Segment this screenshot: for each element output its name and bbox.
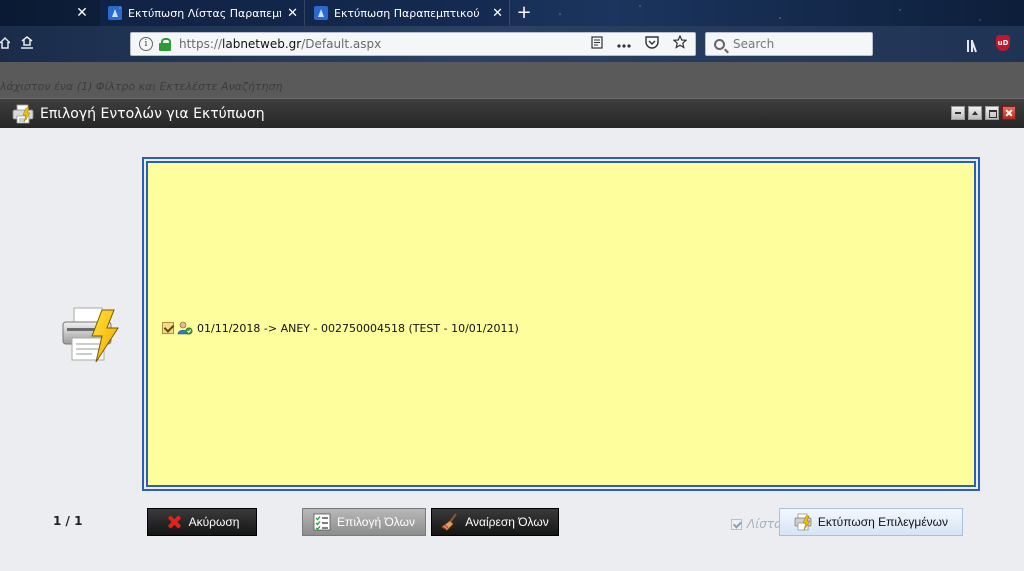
item-checkbox[interactable] <box>162 322 174 334</box>
list-checkbox-label: Λίστα <box>747 517 783 531</box>
url-host: labnetweb.gr <box>222 37 302 51</box>
printer-icon <box>794 513 812 531</box>
printer-lightning-icon <box>60 306 122 364</box>
download-icon[interactable] <box>20 36 34 54</box>
orders-list[interactable]: 01/11/2018 -> ΑΝΕΥ - 002750004518 (TEST … <box>146 161 976 487</box>
search-hint: λάχιστον ένα (1) Φίλτρο και Εκτελέστε Αν… <box>0 80 283 93</box>
search-input[interactable]: Search <box>705 32 873 56</box>
printer-icon <box>12 104 34 124</box>
browser-tab-bar: ✕ Εκτύπωση Λίστας Παραπεμπτ ✕ Εκτύπωση Π… <box>0 0 1024 26</box>
url-path: /Default.aspx <box>301 37 382 51</box>
dialog-title: Επιλογή Εντολών για Εκτύπωση <box>40 105 265 122</box>
ublock-icon[interactable]: uD <box>996 35 1010 51</box>
browser-tab[interactable]: Εκτύπωση Παραπεμπτικού ✕ <box>306 0 510 26</box>
print-selected-button[interactable]: Εκτύπωση Επιλεγμένων <box>779 508 963 536</box>
list-checkbox[interactable]: Λίστα <box>731 517 782 531</box>
select-all-button[interactable]: Επιλογή Όλων <box>302 508 426 536</box>
search-icon <box>714 38 725 50</box>
more-actions-icon[interactable] <box>617 37 631 52</box>
tab-title: Εκτύπωση Λίστας Παραπεμπτ <box>128 6 282 20</box>
reader-view-icon[interactable] <box>591 35 603 53</box>
star-icon[interactable] <box>672 34 688 53</box>
site-favicon-icon <box>314 6 328 20</box>
new-tab-button[interactable]: + <box>512 1 536 25</box>
orders-list-frame: 01/11/2018 -> ΑΝΕΥ - 002750004518 (TEST … <box>142 157 980 491</box>
info-icon[interactable]: i <box>139 37 153 51</box>
print-selected-button-label: Εκτύπωση Επιλεγμένων <box>817 515 949 529</box>
list-item-label: 01/11/2018 -> ΑΝΕΥ - 002750004518 (TEST … <box>197 321 519 335</box>
list-checkbox-box[interactable] <box>731 518 742 530</box>
library-icon[interactable] <box>966 36 982 53</box>
cancel-button[interactable]: Ακύρωση <box>147 508 257 536</box>
url-bar[interactable]: i https:// labnetweb.gr /Default.aspx <box>130 32 696 56</box>
broom-icon <box>441 513 459 531</box>
pocket-icon[interactable] <box>645 35 659 53</box>
search-placeholder: Search <box>733 37 775 51</box>
pin-window-button[interactable] <box>951 106 965 120</box>
collapse-window-button[interactable] <box>968 106 982 120</box>
close-icon[interactable]: ✕ <box>287 6 298 21</box>
browser-tab[interactable]: Εκτύπωση Λίστας Παραπεμπτ ✕ <box>100 0 305 26</box>
page-counter: 1 / 1 <box>53 514 83 528</box>
close-icon[interactable]: ✕ <box>492 6 503 21</box>
dialog-title-bar[interactable]: Επιλογή Εντολών για Εκτύπωση <box>0 98 1024 128</box>
cancel-button-label: Ακύρωση <box>188 515 240 529</box>
deselect-all-button[interactable]: Αναίρεση Όλων <box>431 508 559 536</box>
site-favicon-icon <box>108 6 122 20</box>
checklist-icon <box>313 513 331 531</box>
maximize-window-button[interactable] <box>985 106 999 120</box>
url-protocol: https:// <box>179 37 223 51</box>
select-all-button-label: Επιλογή Όλων <box>337 515 415 529</box>
deselect-all-button-label: Αναίρεση Όλων <box>465 515 549 529</box>
lock-icon[interactable] <box>159 38 171 51</box>
tab-title: Εκτύπωση Παραπεμπτικού <box>334 6 480 20</box>
close-icon[interactable]: ✕ <box>72 3 92 23</box>
cancel-icon <box>165 513 183 531</box>
home-icon[interactable] <box>0 36 11 54</box>
browser-nav-bar: i https:// labnetweb.gr /Default.aspx Se… <box>0 26 1024 62</box>
list-item[interactable]: 01/11/2018 -> ΑΝΕΥ - 002750004518 (TEST … <box>162 321 519 335</box>
close-window-button[interactable] <box>1002 106 1016 120</box>
user-icon <box>177 321 193 335</box>
